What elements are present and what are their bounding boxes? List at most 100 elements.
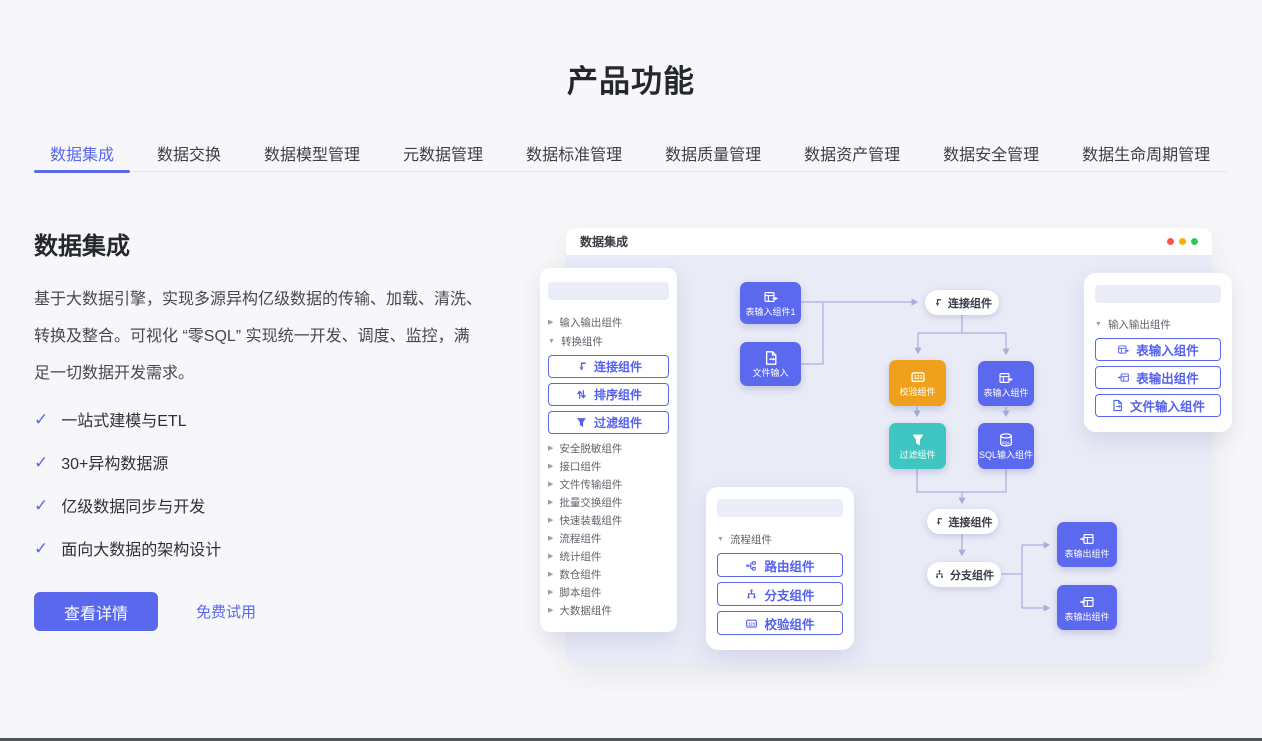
palette-connect-button[interactable]: 连接组件 — [548, 355, 669, 378]
flow-node-branch[interactable]: 分支组件 — [927, 562, 1001, 587]
flow-node-connect-1[interactable]: 连接组件 — [925, 290, 999, 315]
group-fast-load[interactable]: ▶ 快速装载组件 — [548, 511, 669, 529]
group-bigdata[interactable]: ▶ 大数据组件 — [548, 601, 669, 619]
palette-table-output-button[interactable]: 表输出组件 — [1095, 366, 1221, 389]
feature-label: 30+异构数据源 — [61, 450, 168, 474]
tab-data-standard-mgmt[interactable]: 数据标准管理 — [510, 134, 638, 171]
tab-metadata-mgmt[interactable]: 元数据管理 — [387, 134, 499, 171]
flow-node-label: SQL输入组件 — [979, 451, 1033, 460]
group-label: 数仓组件 — [559, 567, 601, 582]
group-label: 输入输出组件 — [1108, 317, 1171, 332]
group-script[interactable]: ▶ 脚本组件 — [548, 583, 669, 601]
free-trial-link[interactable]: 免费试用 — [196, 601, 256, 622]
flow-node-table-input-1[interactable]: 表输入组件1 — [740, 282, 801, 324]
group-transform-components[interactable]: ▼ 转换组件 — [548, 332, 669, 351]
feature-label: 亿级数据同步与开发 — [61, 493, 205, 517]
palette-button-label: 排序组件 — [594, 386, 642, 403]
route-icon — [745, 559, 758, 572]
caret-right-icon: ▶ — [548, 463, 553, 470]
group-label: 快速装载组件 — [559, 513, 622, 528]
palette-route-button[interactable]: 路由组件 — [717, 553, 843, 577]
cta-row: 查看详情 免费试用 — [34, 592, 256, 631]
group-process[interactable]: ▶ 流程组件 — [548, 529, 669, 547]
flow-node-label: 表输出组件 — [1064, 550, 1109, 559]
tab-data-asset-mgmt[interactable]: 数据资产管理 — [788, 134, 916, 171]
flow-node-filter[interactable]: 过滤组件 — [889, 423, 946, 469]
flow-node-table-input-2[interactable]: 表输入组件 — [978, 361, 1034, 406]
minimize-window-icon[interactable] — [1179, 238, 1186, 245]
product-features-page: { "page": { "title": "产品功能" }, "tabs": [… — [0, 0, 1262, 741]
palette-validate-button[interactable]: 校验组件 — [717, 611, 843, 635]
palette-branch-button[interactable]: 分支组件 — [717, 582, 843, 606]
caret-down-icon: ▼ — [1095, 321, 1102, 328]
feature-item: ✓ 亿级数据同步与开发 — [34, 492, 221, 518]
group-io-components[interactable]: ▶ 输入输出组件 — [548, 313, 669, 332]
group-label: 输入输出组件 — [559, 315, 622, 330]
flow-node-label: 连接组件 — [948, 295, 992, 311]
flow-node-label: 表输出组件 — [1064, 613, 1109, 622]
group-process-components[interactable]: ▼ 流程组件 — [717, 530, 843, 549]
tab-data-security-mgmt[interactable]: 数据安全管理 — [927, 134, 1055, 171]
palette-file-input-button[interactable]: 文件输入组件 — [1095, 394, 1221, 417]
group-label: 安全脱敏组件 — [559, 441, 622, 456]
group-security-mask[interactable]: ▶ 安全脱敏组件 — [548, 439, 669, 457]
component-search-input[interactable] — [1095, 285, 1221, 303]
caret-down-icon: ▼ — [548, 338, 555, 345]
palette-filter-button[interactable]: 过滤组件 — [548, 411, 669, 434]
flow-node-validate[interactable]: 校验组件 — [889, 360, 946, 406]
flow-node-label: 分支组件 — [950, 567, 994, 583]
caret-right-icon: ▶ — [548, 481, 553, 488]
flow-node-table-output-1[interactable]: 表输出组件 — [1057, 522, 1117, 567]
tab-data-exchange[interactable]: 数据交换 — [141, 134, 237, 171]
component-palette-process: ▼ 流程组件 路由组件 分支组件 校验组件 — [706, 487, 854, 650]
group-batch-exchange[interactable]: ▶ 批量交换组件 — [548, 493, 669, 511]
tab-data-quality-mgmt[interactable]: 数据质量管理 — [649, 134, 777, 171]
component-search-input[interactable] — [548, 282, 669, 300]
group-label: 脚本组件 — [559, 585, 601, 600]
group-label: 批量交换组件 — [559, 495, 622, 510]
section-heading: 数据集成 — [34, 226, 130, 261]
tab-data-integration[interactable]: 数据集成 — [34, 134, 130, 171]
feature-label: 面向大数据的架构设计 — [61, 536, 221, 560]
table-input-icon — [998, 370, 1014, 386]
validate-123-icon — [910, 369, 926, 385]
group-file-transfer[interactable]: ▶ 文件传输组件 — [548, 475, 669, 493]
connector-icon — [932, 297, 943, 308]
group-statistics[interactable]: ▶ 统计组件 — [548, 547, 669, 565]
maximize-window-icon[interactable] — [1191, 238, 1198, 245]
check-icon: ✓ — [34, 540, 48, 557]
group-io-components[interactable]: ▼ 输入输出组件 — [1095, 315, 1221, 334]
palette-button-label: 表输出组件 — [1136, 368, 1199, 387]
group-interface[interactable]: ▶ 接口组件 — [548, 457, 669, 475]
check-icon: ✓ — [34, 497, 48, 514]
feature-list: ✓ 一站式建模与ETL ✓ 30+异构数据源 ✓ 亿级数据同步与开发 ✓ 面向大… — [34, 406, 221, 578]
table-input-icon — [1117, 343, 1130, 356]
group-label: 文件传输组件 — [559, 477, 622, 492]
flow-node-connect-2[interactable]: 连接组件 — [927, 509, 998, 534]
page-title: 产品功能 — [0, 56, 1262, 101]
tab-data-lifecycle-mgmt[interactable]: 数据生命周期管理 — [1066, 134, 1226, 171]
view-details-button[interactable]: 查看详情 — [34, 592, 158, 631]
flow-node-sql-input[interactable]: SQL输入组件 — [978, 423, 1034, 469]
sql-database-icon — [998, 432, 1014, 448]
close-window-icon[interactable] — [1167, 238, 1174, 245]
palette-table-input-button[interactable]: 表输入组件 — [1095, 338, 1221, 361]
group-label: 流程组件 — [730, 532, 772, 547]
filter-funnel-icon — [575, 416, 588, 429]
component-search-input[interactable] — [717, 499, 843, 517]
flow-node-table-output-2[interactable]: 表输出组件 — [1057, 585, 1117, 630]
group-label: 统计组件 — [559, 549, 601, 564]
caret-right-icon: ▶ — [548, 445, 553, 452]
palette-button-label: 路由组件 — [764, 556, 814, 575]
palette-button-label: 校验组件 — [764, 614, 814, 633]
tab-data-model-mgmt[interactable]: 数据模型管理 — [248, 134, 376, 171]
caret-right-icon: ▶ — [548, 499, 553, 506]
group-label: 接口组件 — [559, 459, 601, 474]
group-warehouse[interactable]: ▶ 数仓组件 — [548, 565, 669, 583]
caret-right-icon: ▶ — [548, 319, 553, 326]
table-output-icon — [1117, 371, 1130, 384]
window-titlebar: 数据集成 — [566, 228, 1212, 255]
palette-sort-button[interactable]: 排序组件 — [548, 383, 669, 406]
flow-node-file-input[interactable]: 文件输入 — [740, 342, 801, 386]
branch-icon — [934, 569, 945, 580]
